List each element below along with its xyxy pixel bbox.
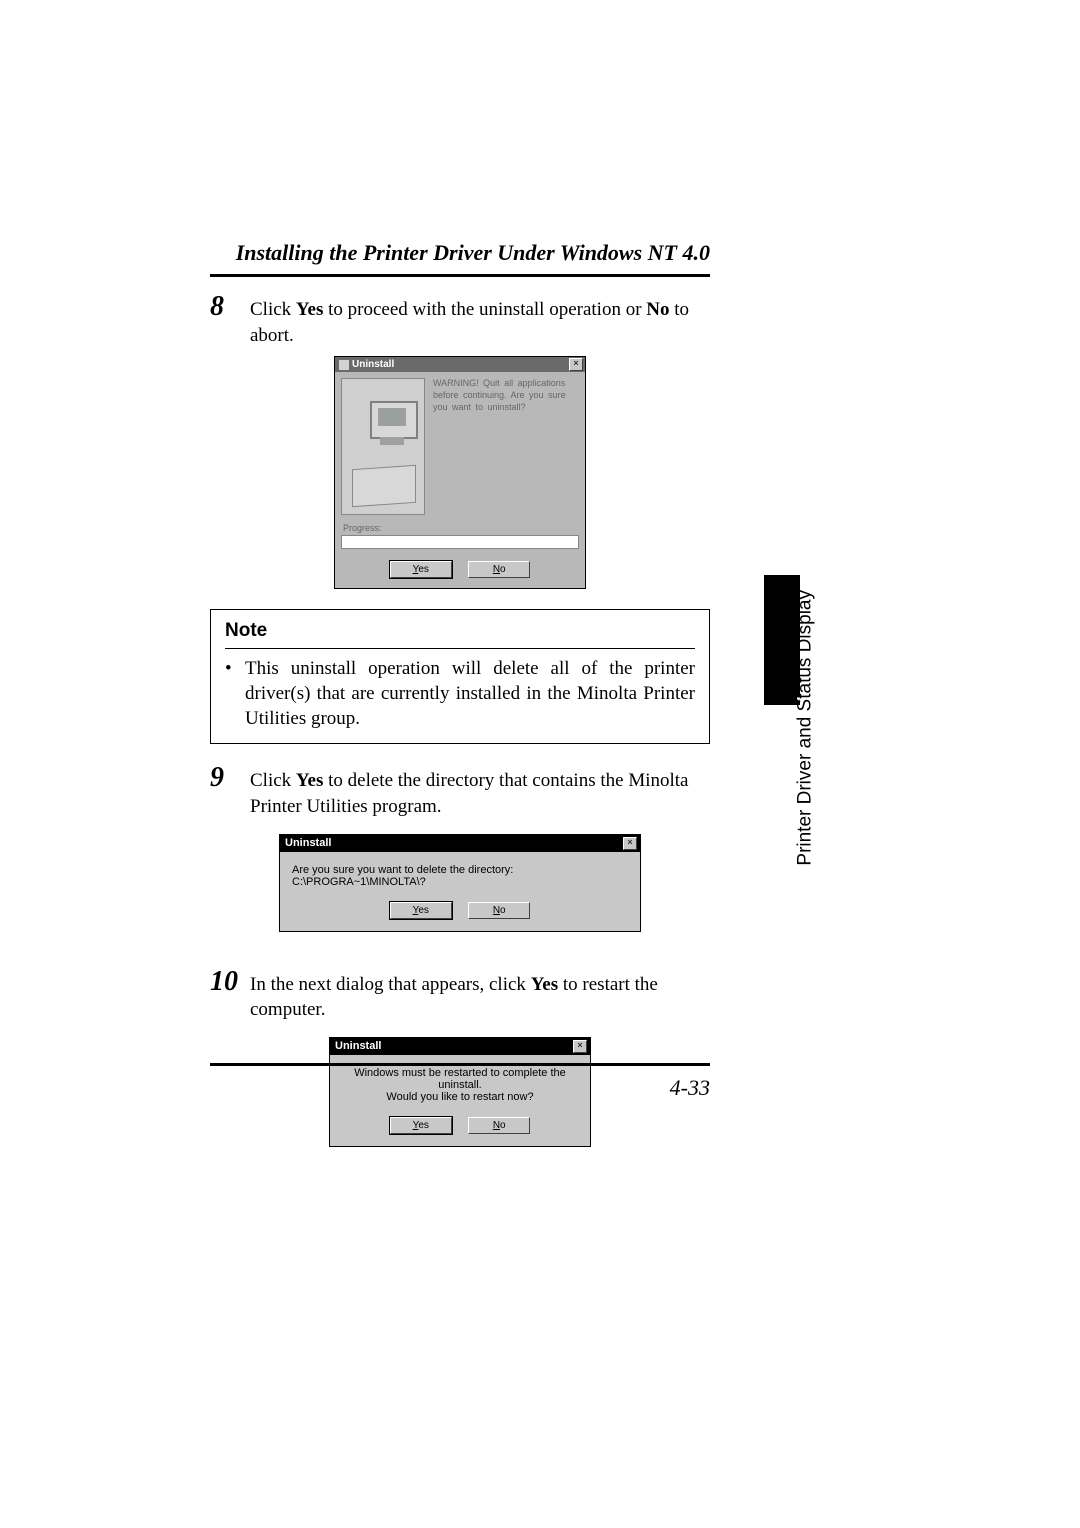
dialog-message: Are you sure you want to delete the dire… [280, 852, 640, 894]
dialog-title: Uninstall [335, 1040, 381, 1052]
bullet-icon: • [225, 657, 245, 731]
hotkey: N [493, 905, 500, 916]
monitor-icon [370, 401, 418, 439]
text-line: Would you like to restart now? [340, 1091, 580, 1103]
note-title: Note [225, 620, 695, 642]
text: o [500, 1120, 506, 1131]
no-button[interactable]: No [468, 902, 530, 919]
text-line: Windows must be restarted to complete th… [340, 1067, 580, 1091]
yes-button[interactable]: Yes [390, 561, 452, 578]
dialog-buttons: Yes No [280, 894, 640, 931]
manual-page: Installing the Printer Driver Under Wind… [0, 0, 1080, 1528]
dialog-body: WARNING! Quit all applications before co… [335, 372, 585, 521]
hotkey: N [493, 564, 500, 575]
text: es [418, 1120, 429, 1131]
dialog-titlebar: Uninstall × [280, 835, 640, 852]
text: es [418, 564, 429, 575]
step-number: 9 [210, 764, 250, 792]
dialog-titlebar: Uninstall × [330, 1038, 590, 1055]
no-button[interactable]: No [468, 1117, 530, 1134]
spacer [210, 932, 710, 968]
close-icon[interactable]: × [623, 837, 637, 850]
step-10: 10 In the next dialog that appears, clic… [210, 968, 710, 1023]
bold-no: No [646, 299, 669, 320]
note-rule [225, 648, 695, 649]
dialog-graphic [341, 378, 425, 515]
app-icon [339, 360, 349, 370]
step-number: 8 [210, 293, 250, 321]
progress-bar [341, 535, 579, 549]
bold-yes: Yes [296, 770, 323, 791]
text: o [500, 564, 506, 575]
content-column: Installing the Printer Driver Under Wind… [210, 240, 710, 1147]
text: o [500, 905, 506, 916]
uninstall-dialog-restart: Uninstall × Windows must be restarted to… [329, 1037, 591, 1147]
yes-button[interactable]: Yes [390, 1117, 452, 1134]
text: Click [250, 770, 296, 791]
section-title: Installing the Printer Driver Under Wind… [210, 240, 710, 266]
text: es [418, 905, 429, 916]
dialog-title: Uninstall [285, 837, 331, 849]
note-bullet: • This uninstall operation will delete a… [225, 657, 695, 731]
note-box: Note • This uninstall operation will del… [210, 609, 710, 744]
step-9: 9 Click Yes to delete the directory that… [210, 764, 710, 819]
bold-yes: Yes [296, 299, 323, 320]
footer-rule [210, 1063, 710, 1066]
text: to proceed with the uninstall operation … [323, 299, 646, 320]
close-icon[interactable]: × [573, 1040, 587, 1053]
monitor-base-icon [380, 437, 404, 445]
hotkey: N [493, 1120, 500, 1131]
printer-icon [352, 465, 416, 507]
dialog-buttons: Yes No [330, 1109, 590, 1146]
dialog-title-wrap: Uninstall [339, 359, 394, 370]
note-text: This uninstall operation will delete all… [245, 657, 695, 731]
text: Click [250, 299, 296, 320]
no-button[interactable]: No [468, 561, 530, 578]
step-8: 8 Click Yes to proceed with the uninstal… [210, 293, 710, 348]
dialog-buttons: Yes No [335, 559, 585, 588]
dialog-title: Uninstall [352, 359, 394, 370]
dialog-titlebar: Uninstall × [335, 357, 585, 372]
header-rule [210, 274, 710, 277]
uninstall-dialog-warning: Uninstall × WARNING! Quit all applicatio… [334, 356, 586, 589]
uninstall-dialog-delete-dir: Uninstall × Are you sure you want to del… [279, 834, 641, 932]
bold-yes: Yes [531, 974, 558, 995]
text: In the next dialog that appears, click [250, 974, 531, 995]
close-icon[interactable]: × [569, 358, 583, 371]
step-text: In the next dialog that appears, click Y… [250, 968, 710, 1023]
page-number: 4-33 [670, 1075, 710, 1101]
side-label: Printer Driver and Status Display [795, 590, 817, 866]
step-text: Click Yes to proceed with the uninstall … [250, 293, 710, 348]
dialog-message: WARNING! Quit all applications before co… [425, 378, 579, 515]
yes-button[interactable]: Yes [390, 902, 452, 919]
step-text: Click Yes to delete the directory that c… [250, 764, 710, 819]
step-number: 10 [210, 968, 250, 996]
progress-label: Progress: [335, 523, 585, 533]
